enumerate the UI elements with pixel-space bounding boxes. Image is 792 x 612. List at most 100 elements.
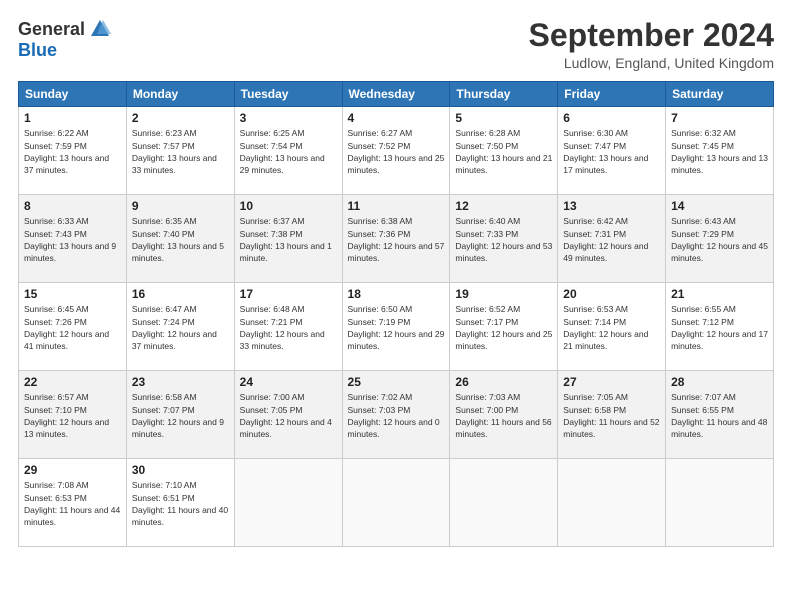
calendar-weekday-header: Tuesday xyxy=(234,82,342,107)
calendar-table: SundayMondayTuesdayWednesdayThursdayFrid… xyxy=(18,81,774,547)
calendar-cell: 19 Sunrise: 6:52 AMSunset: 7:17 PMDaylig… xyxy=(450,283,558,371)
day-info: Sunrise: 7:07 AMSunset: 6:55 PMDaylight:… xyxy=(671,392,767,439)
calendar-week-row: 29 Sunrise: 7:08 AMSunset: 6:53 PMDaylig… xyxy=(19,459,774,547)
calendar-cell: 3 Sunrise: 6:25 AMSunset: 7:54 PMDayligh… xyxy=(234,107,342,195)
day-number: 28 xyxy=(671,375,768,389)
calendar-cell: 17 Sunrise: 6:48 AMSunset: 7:21 PMDaylig… xyxy=(234,283,342,371)
day-info: Sunrise: 6:53 AMSunset: 7:14 PMDaylight:… xyxy=(563,304,648,351)
calendar-cell: 18 Sunrise: 6:50 AMSunset: 7:19 PMDaylig… xyxy=(342,283,450,371)
day-number: 20 xyxy=(563,287,660,301)
calendar-cell: 12 Sunrise: 6:40 AMSunset: 7:33 PMDaylig… xyxy=(450,195,558,283)
day-info: Sunrise: 6:37 AMSunset: 7:38 PMDaylight:… xyxy=(240,216,332,263)
calendar-cell: 28 Sunrise: 7:07 AMSunset: 6:55 PMDaylig… xyxy=(666,371,774,459)
day-info: Sunrise: 7:02 AMSunset: 7:03 PMDaylight:… xyxy=(348,392,440,439)
day-number: 21 xyxy=(671,287,768,301)
day-number: 24 xyxy=(240,375,337,389)
calendar-cell xyxy=(342,459,450,547)
day-info: Sunrise: 6:50 AMSunset: 7:19 PMDaylight:… xyxy=(348,304,445,351)
day-number: 13 xyxy=(563,199,660,213)
day-number: 14 xyxy=(671,199,768,213)
day-info: Sunrise: 6:40 AMSunset: 7:33 PMDaylight:… xyxy=(455,216,552,263)
day-info: Sunrise: 6:28 AMSunset: 7:50 PMDaylight:… xyxy=(455,128,552,175)
day-number: 6 xyxy=(563,111,660,125)
day-number: 22 xyxy=(24,375,121,389)
day-number: 29 xyxy=(24,463,121,477)
calendar-weekday-header: Monday xyxy=(126,82,234,107)
calendar-cell: 30 Sunrise: 7:10 AMSunset: 6:51 PMDaylig… xyxy=(126,459,234,547)
calendar-week-row: 8 Sunrise: 6:33 AMSunset: 7:43 PMDayligh… xyxy=(19,195,774,283)
calendar-cell: 14 Sunrise: 6:43 AMSunset: 7:29 PMDaylig… xyxy=(666,195,774,283)
calendar-cell: 21 Sunrise: 6:55 AMSunset: 7:12 PMDaylig… xyxy=(666,283,774,371)
day-info: Sunrise: 7:03 AMSunset: 7:00 PMDaylight:… xyxy=(455,392,551,439)
day-number: 30 xyxy=(132,463,229,477)
day-number: 16 xyxy=(132,287,229,301)
location: Ludlow, England, United Kingdom xyxy=(529,55,774,71)
calendar-cell xyxy=(450,459,558,547)
day-info: Sunrise: 6:27 AMSunset: 7:52 PMDaylight:… xyxy=(348,128,445,175)
calendar-weekday-header: Friday xyxy=(558,82,666,107)
day-number: 17 xyxy=(240,287,337,301)
day-number: 7 xyxy=(671,111,768,125)
logo-blue-text: Blue xyxy=(18,40,57,61)
logo-icon xyxy=(89,18,111,40)
month-title: September 2024 xyxy=(529,18,774,53)
day-info: Sunrise: 6:45 AMSunset: 7:26 PMDaylight:… xyxy=(24,304,109,351)
day-number: 11 xyxy=(348,199,445,213)
page: General Blue September 2024 Ludlow, Engl… xyxy=(0,0,792,612)
header: General Blue September 2024 Ludlow, Engl… xyxy=(18,18,774,71)
day-info: Sunrise: 6:58 AMSunset: 7:07 PMDaylight:… xyxy=(132,392,224,439)
calendar-cell: 20 Sunrise: 6:53 AMSunset: 7:14 PMDaylig… xyxy=(558,283,666,371)
day-number: 3 xyxy=(240,111,337,125)
day-info: Sunrise: 6:48 AMSunset: 7:21 PMDaylight:… xyxy=(240,304,325,351)
day-number: 9 xyxy=(132,199,229,213)
calendar-week-row: 22 Sunrise: 6:57 AMSunset: 7:10 PMDaylig… xyxy=(19,371,774,459)
day-info: Sunrise: 7:00 AMSunset: 7:05 PMDaylight:… xyxy=(240,392,332,439)
calendar-weekday-header: Saturday xyxy=(666,82,774,107)
day-info: Sunrise: 6:33 AMSunset: 7:43 PMDaylight:… xyxy=(24,216,116,263)
calendar-weekday-header: Wednesday xyxy=(342,82,450,107)
day-info: Sunrise: 7:10 AMSunset: 6:51 PMDaylight:… xyxy=(132,480,228,527)
title-block: September 2024 Ludlow, England, United K… xyxy=(529,18,774,71)
day-info: Sunrise: 6:55 AMSunset: 7:12 PMDaylight:… xyxy=(671,304,768,351)
day-info: Sunrise: 6:38 AMSunset: 7:36 PMDaylight:… xyxy=(348,216,445,263)
day-number: 23 xyxy=(132,375,229,389)
calendar-header-row: SundayMondayTuesdayWednesdayThursdayFrid… xyxy=(19,82,774,107)
logo: General Blue xyxy=(18,18,111,61)
day-info: Sunrise: 6:25 AMSunset: 7:54 PMDaylight:… xyxy=(240,128,325,175)
day-info: Sunrise: 6:32 AMSunset: 7:45 PMDaylight:… xyxy=(671,128,768,175)
day-info: Sunrise: 6:42 AMSunset: 7:31 PMDaylight:… xyxy=(563,216,648,263)
calendar-cell: 4 Sunrise: 6:27 AMSunset: 7:52 PMDayligh… xyxy=(342,107,450,195)
calendar-cell xyxy=(234,459,342,547)
day-info: Sunrise: 6:52 AMSunset: 7:17 PMDaylight:… xyxy=(455,304,552,351)
calendar-weekday-header: Thursday xyxy=(450,82,558,107)
day-number: 12 xyxy=(455,199,552,213)
day-info: Sunrise: 6:30 AMSunset: 7:47 PMDaylight:… xyxy=(563,128,648,175)
calendar-cell: 13 Sunrise: 6:42 AMSunset: 7:31 PMDaylig… xyxy=(558,195,666,283)
day-number: 8 xyxy=(24,199,121,213)
calendar-cell: 10 Sunrise: 6:37 AMSunset: 7:38 PMDaylig… xyxy=(234,195,342,283)
calendar-cell: 5 Sunrise: 6:28 AMSunset: 7:50 PMDayligh… xyxy=(450,107,558,195)
day-number: 1 xyxy=(24,111,121,125)
day-number: 2 xyxy=(132,111,229,125)
calendar-cell: 29 Sunrise: 7:08 AMSunset: 6:53 PMDaylig… xyxy=(19,459,127,547)
day-number: 15 xyxy=(24,287,121,301)
day-info: Sunrise: 6:22 AMSunset: 7:59 PMDaylight:… xyxy=(24,128,109,175)
day-info: Sunrise: 7:08 AMSunset: 6:53 PMDaylight:… xyxy=(24,480,120,527)
calendar-week-row: 1 Sunrise: 6:22 AMSunset: 7:59 PMDayligh… xyxy=(19,107,774,195)
day-number: 4 xyxy=(348,111,445,125)
calendar-cell: 6 Sunrise: 6:30 AMSunset: 7:47 PMDayligh… xyxy=(558,107,666,195)
day-number: 5 xyxy=(455,111,552,125)
calendar-cell: 16 Sunrise: 6:47 AMSunset: 7:24 PMDaylig… xyxy=(126,283,234,371)
calendar-cell: 27 Sunrise: 7:05 AMSunset: 6:58 PMDaylig… xyxy=(558,371,666,459)
day-number: 25 xyxy=(348,375,445,389)
calendar-weekday-header: Sunday xyxy=(19,82,127,107)
calendar-cell: 23 Sunrise: 6:58 AMSunset: 7:07 PMDaylig… xyxy=(126,371,234,459)
calendar-week-row: 15 Sunrise: 6:45 AMSunset: 7:26 PMDaylig… xyxy=(19,283,774,371)
day-number: 19 xyxy=(455,287,552,301)
calendar-cell: 11 Sunrise: 6:38 AMSunset: 7:36 PMDaylig… xyxy=(342,195,450,283)
day-number: 10 xyxy=(240,199,337,213)
day-info: Sunrise: 6:23 AMSunset: 7:57 PMDaylight:… xyxy=(132,128,217,175)
calendar-cell xyxy=(666,459,774,547)
day-info: Sunrise: 7:05 AMSunset: 6:58 PMDaylight:… xyxy=(563,392,659,439)
calendar-cell: 1 Sunrise: 6:22 AMSunset: 7:59 PMDayligh… xyxy=(19,107,127,195)
